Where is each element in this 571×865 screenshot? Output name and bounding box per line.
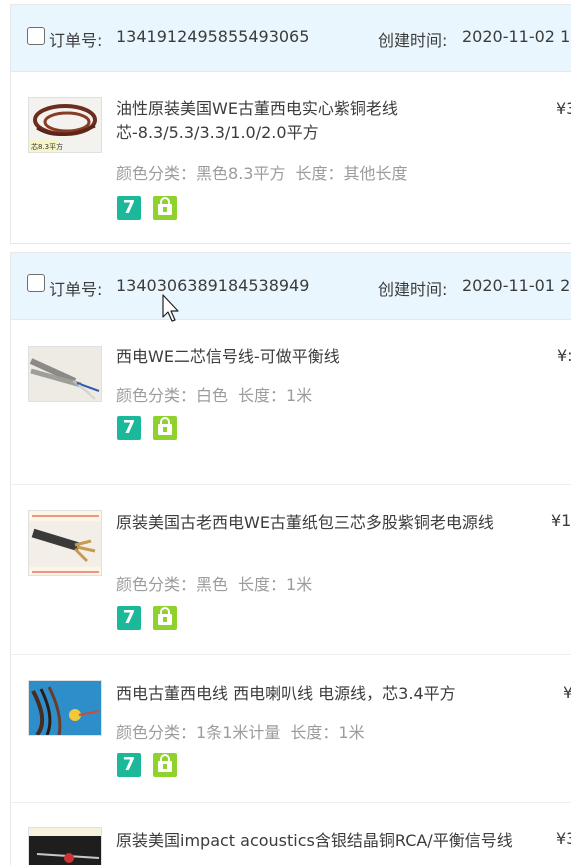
sku-color: 白色 [196, 386, 229, 405]
product-title[interactable]: 西电古董西电线 西电喇叭线 电源线，芯3.4平方 [116, 682, 531, 706]
sku-color-label: 颜色分类： [116, 386, 197, 405]
order-header: 订单号: 1341912495855493065 创建时间: 2020-11-0… [11, 5, 571, 72]
mouse-cursor-icon [162, 294, 179, 322]
order-card: 订单号: 1341912495855493065 创建时间: 2020-11-0… [10, 4, 571, 244]
product-thumbnail[interactable] [28, 510, 102, 576]
sku-color: 黑色 [196, 575, 229, 594]
order-card: 订单号: 1340306389184538949 创建时间: 2020-11-0… [10, 252, 571, 865]
order-header: 订单号: 1340306389184538949 创建时间: 2020-11-0… [11, 253, 571, 320]
product-price: ¥1 [551, 511, 571, 530]
sku-color-label: 颜色分类： [116, 164, 197, 183]
product-price: ¥: [557, 346, 571, 365]
product-thumbnail[interactable]: 芯8.3平方 [28, 97, 102, 153]
order-item: 芯8.3平方 油性原装美国WE古董西电实心紫铜老线芯-8.3/5.3/3.3/1… [11, 72, 571, 244]
created-time: 2020-11-01 2 [462, 276, 571, 295]
sku-length: 1米 [286, 575, 313, 594]
product-price: ¥ [563, 683, 571, 702]
shopping-bag-icon[interactable] [153, 753, 177, 777]
order-item: 原装美国impact acoustics含银结晶铜RCA/平衡信号线 ¥3 [11, 803, 571, 865]
product-sku: 颜色分类：黑色8.3平方 长度：其他长度 [116, 160, 408, 184]
sku-color: 黑色8.3平方 [196, 164, 286, 183]
seven-day-return-icon[interactable]: 7 [117, 606, 141, 630]
order-number-label: 订单号: [49, 31, 103, 50]
sku-length: 其他长度 [343, 164, 408, 183]
order-number: 1341912495855493065 [116, 27, 310, 46]
product-thumbnail[interactable] [28, 680, 102, 736]
product-title[interactable]: 原装美国古老西电WE古董纸包三芯多股紫铜老电源线 [116, 511, 531, 535]
sku-length: 1米 [338, 723, 365, 742]
created-time-label: 创建时间: [378, 31, 448, 50]
product-sku: 颜色分类：白色 长度：1米 [116, 382, 312, 406]
sku-length-label: 长度： [238, 386, 287, 405]
sku-length-label: 长度： [290, 723, 339, 742]
product-price: ¥3 [556, 829, 571, 848]
created-time-label: 创建时间: [378, 280, 448, 299]
product-title[interactable]: 原装美国impact acoustics含银结晶铜RCA/平衡信号线 [116, 829, 531, 853]
order-item: 西电古董西电线 西电喇叭线 电源线，芯3.4平方 颜色分类：1条1米计量 长度：1… [11, 655, 571, 803]
order-checkbox[interactable] [27, 274, 45, 292]
sku-color-label: 颜色分类： [116, 575, 197, 594]
shopping-bag-icon[interactable] [153, 416, 177, 440]
product-thumbnail[interactable] [28, 346, 102, 402]
shopping-bag-icon[interactable] [153, 606, 177, 630]
product-price: ¥3 [556, 99, 571, 118]
order-item: 西电WE二芯信号线-可做平衡线 颜色分类：白色长度：1米 7 ¥: [11, 320, 571, 485]
seven-day-return-icon[interactable]: 7 [117, 416, 141, 440]
sku-color: 1条1米计量 [196, 723, 281, 742]
product-sku: 颜色分类：黑色 长度：1米 [116, 571, 312, 595]
sku-length-label: 长度： [295, 164, 344, 183]
created-time: 2020-11-02 1 [462, 27, 571, 46]
shopping-bag-icon[interactable] [153, 196, 177, 220]
order-item: 原装美国古老西电WE古董纸包三芯多股紫铜老电源线 颜色分类：黑色 长度：1米 7 … [11, 485, 571, 655]
product-thumbnail[interactable] [28, 827, 102, 865]
seven-day-return-icon[interactable]: 7 [117, 196, 141, 220]
product-title[interactable]: 油性原装美国WE古董西电实心紫铜老线芯-8.3/5.3/3.3/1.0/2.0平… [116, 97, 531, 145]
thumbnail-caption: 芯8.3平方 [31, 142, 63, 151]
seven-day-return-icon[interactable]: 7 [117, 753, 141, 777]
order-checkbox[interactable] [27, 27, 45, 45]
product-sku: 颜色分类：1条1米计量 长度：1米 [116, 719, 365, 743]
sku-length: 1米 [286, 386, 313, 405]
product-title[interactable]: 西电WE二芯信号线-可做平衡线 [116, 345, 531, 369]
sku-color-label: 颜色分类： [116, 723, 197, 742]
sku-length-label: 长度： [238, 575, 287, 594]
order-number-label: 订单号: [49, 280, 103, 299]
order-number: 1340306389184538949 [116, 276, 310, 295]
